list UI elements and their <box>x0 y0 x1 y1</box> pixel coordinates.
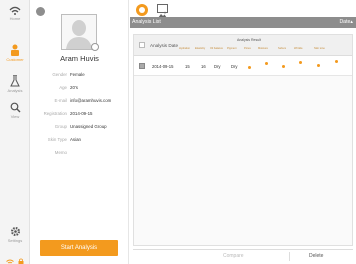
field-label: Registration <box>43 111 67 116</box>
lock-icon <box>18 258 24 264</box>
select-all-checkbox[interactable] <box>139 42 145 48</box>
result-value-cell: Dry <box>231 64 238 69</box>
column-header-sub: Oil balance <box>210 47 223 50</box>
sidebar-item-home[interactable]: Home <box>0 6 30 21</box>
analysis-tab-icon <box>139 7 145 13</box>
field-value: 2014-09-15 <box>70 111 93 116</box>
divider <box>289 252 290 261</box>
customer-profile-panel: Aram Huvis Gender Female Age 20's E-mail… <box>30 0 129 264</box>
sidebar-item-analysis[interactable]: Analysis <box>0 75 30 93</box>
settings-button[interactable]: Settings <box>0 226 30 243</box>
menu-toggle-icon[interactable] <box>36 7 45 16</box>
info-row-group: Group Unassigned Group <box>30 123 129 131</box>
info-row-gender: Gender Female <box>30 71 129 79</box>
flask-icon <box>10 75 20 87</box>
column-header-result: Analysis Result <box>237 38 261 42</box>
column-header-sub: Wrinkle <box>294 47 303 50</box>
gear-icon <box>10 226 20 237</box>
result-marker <box>317 64 320 67</box>
search-icon <box>10 102 20 113</box>
analysis-list-header: Analysis List Date▴ <box>130 17 356 28</box>
info-row-registration: Registration 2014-09-15 <box>30 110 129 118</box>
customer-name: Aram Huvis <box>60 54 99 63</box>
analysis-date-cell: 2014-09-15 <box>152 64 174 69</box>
tab-analysis[interactable] <box>136 4 148 16</box>
table-row[interactable]: 2014-09-15 15 16 Dry Dry <box>134 56 352 76</box>
column-header-sub: Skin tone <box>314 47 325 50</box>
table-header: Analysis Date Analysis Result Hydration … <box>134 35 352 56</box>
sidebar-item-customer[interactable]: Customer <box>0 44 30 62</box>
customer-icon <box>11 44 19 56</box>
field-label: Gender <box>52 72 67 77</box>
analysis-table: Analysis Date Analysis Result Hydration … <box>133 34 353 246</box>
analysis-list-title: Analysis List <box>132 19 161 25</box>
wifi-status-icon <box>5 259 14 264</box>
column-header-sub: Hydration <box>179 47 191 50</box>
result-marker <box>282 65 285 68</box>
row-checkbox[interactable] <box>139 63 145 69</box>
settings-label: Settings <box>7 238 23 243</box>
sidebar-item-view[interactable]: View <box>0 102 30 119</box>
result-marker <box>299 61 302 64</box>
tab-images[interactable] <box>157 4 168 18</box>
info-row-memo: Memo <box>30 149 129 157</box>
column-header-date: Analysis Date <box>150 43 179 48</box>
start-analysis-button[interactable]: Start Analysis <box>40 240 118 256</box>
field-label: Skin Type <box>47 137 67 142</box>
result-value-cell: Dry <box>214 64 221 69</box>
info-row-email: E-mail info@aramhuvis.com <box>30 97 129 105</box>
wifi-icon <box>9 6 21 15</box>
column-header-sub: Elasticity <box>195 47 206 50</box>
column-header-sub: Pigment <box>227 47 237 50</box>
column-header-sub: Pores <box>244 47 251 50</box>
sidebar-item-label: Analysis <box>7 88 23 93</box>
column-header-sub: Moisture <box>258 47 268 50</box>
info-row-age: Age 20's <box>30 84 129 92</box>
column-header-sub: Sebum <box>278 47 287 50</box>
sidebar-rail: Home Customer Analysis View Settings <box>0 0 30 264</box>
analysis-area: Analysis List Date▴ Analysis Date Analys… <box>130 0 356 264</box>
sidebar-item-label: Home <box>9 16 21 21</box>
result-marker <box>248 66 251 69</box>
field-label: E-mail <box>54 98 67 103</box>
field-value: 20's <box>70 85 78 90</box>
compare-button[interactable]: Compare <box>223 253 244 259</box>
sidebar-item-label: Customer <box>6 57 24 62</box>
field-label: Age <box>59 85 67 90</box>
field-value: Unassigned Group <box>70 124 107 129</box>
edit-avatar-icon[interactable] <box>91 43 99 51</box>
delete-button[interactable]: Delete <box>309 253 323 259</box>
result-marker <box>265 62 268 65</box>
field-value: info@aramhuvis.com <box>70 98 112 103</box>
field-label: Memo <box>54 150 67 155</box>
result-marker <box>335 60 338 63</box>
result-value-cell: 16 <box>201 64 206 69</box>
field-value: Asian <box>70 137 81 142</box>
status-bar <box>0 252 30 264</box>
sidebar-item-label: View <box>10 114 20 119</box>
result-value-cell: 15 <box>185 64 190 69</box>
table-footer: Compare Delete <box>133 249 353 262</box>
field-value: Female <box>70 72 85 77</box>
info-row-skin-type: Skin Type Asian <box>30 136 129 144</box>
field-label: Group <box>54 124 67 129</box>
sort-by-date-button[interactable]: Date▴ <box>339 17 353 28</box>
